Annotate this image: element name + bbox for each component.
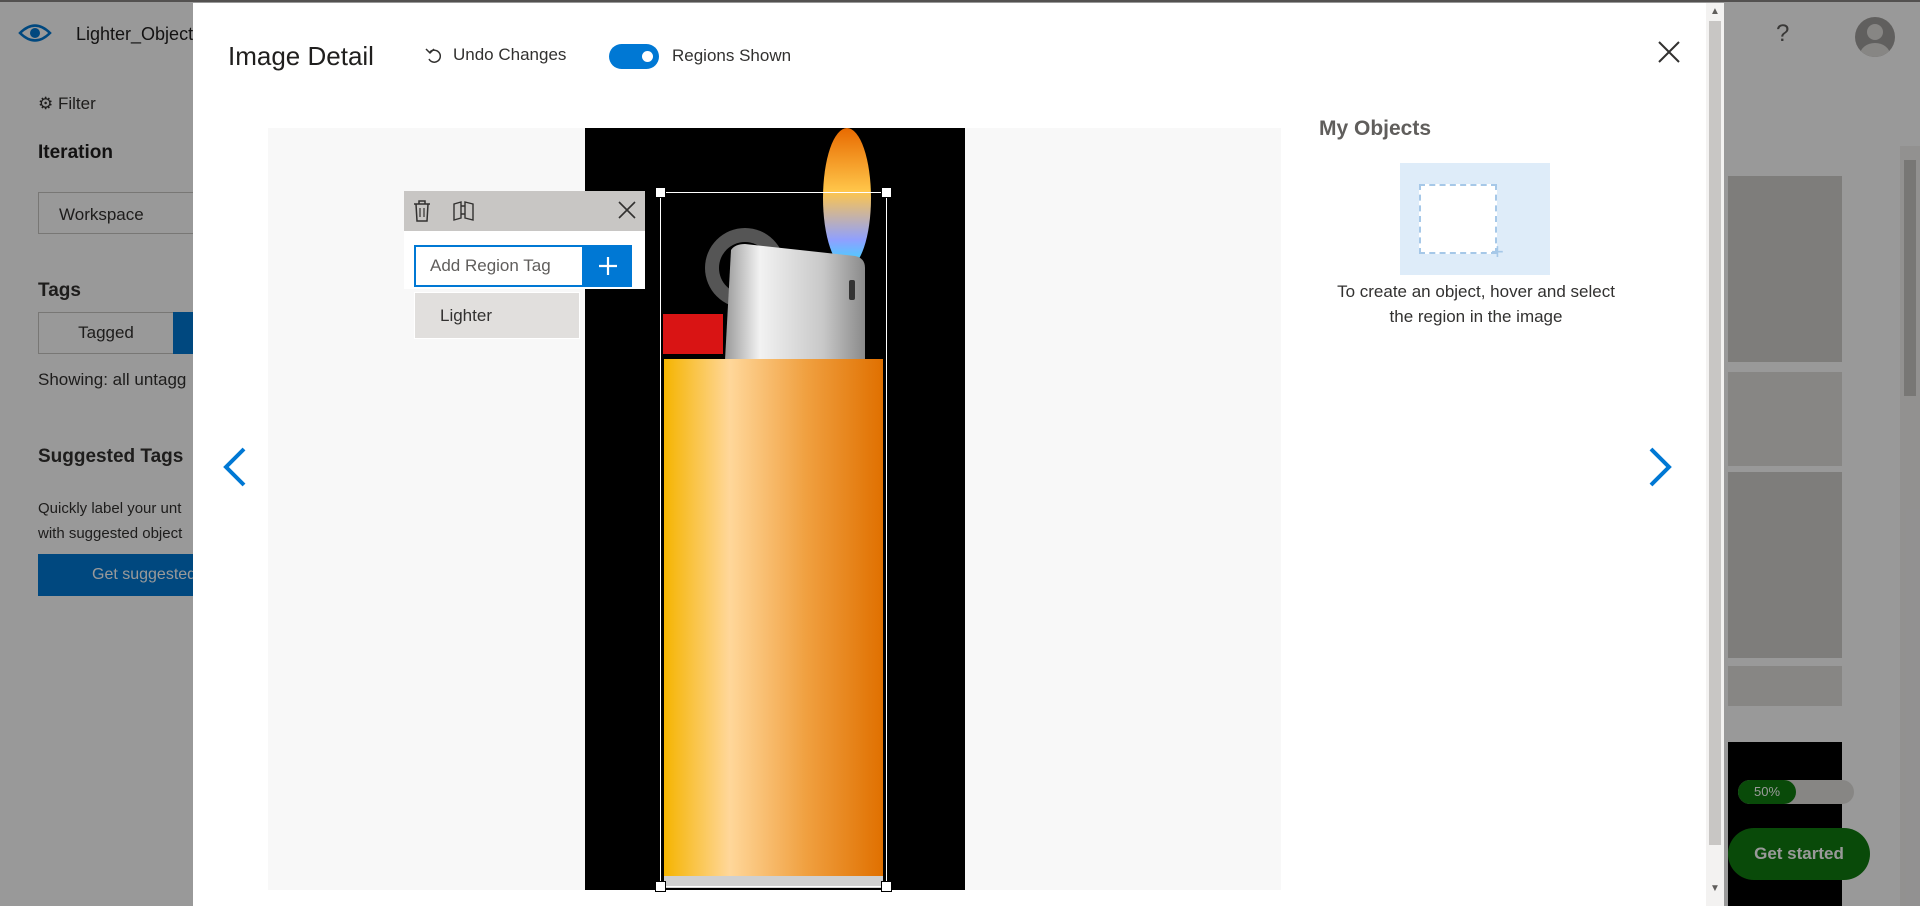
dialog-title: Image Detail: [228, 41, 374, 71]
undo-changes-button[interactable]: Undo Changes: [425, 45, 566, 65]
split-icon[interactable]: [451, 199, 477, 223]
close-region-icon[interactable]: [616, 199, 638, 221]
region-tag-input[interactable]: [414, 245, 584, 287]
regions-toggle[interactable]: [609, 44, 659, 69]
dialog-scrollbar[interactable]: ▲ ▼: [1706, 3, 1724, 906]
image-detail-dialog: Image Detail Undo Changes Regions Shown: [193, 3, 1708, 906]
region-toolbar: [404, 191, 645, 231]
chevron-left-icon[interactable]: [220, 445, 250, 489]
hint-line-1: To create an object, hover and select: [1337, 282, 1615, 301]
close-icon[interactable]: [1654, 37, 1684, 67]
region-handle-top-right[interactable]: [881, 187, 892, 198]
plus-icon: [599, 257, 617, 275]
plus-icon: +: [1491, 239, 1504, 264]
chevron-right-icon[interactable]: [1645, 445, 1675, 489]
scroll-up-icon[interactable]: ▲: [1710, 6, 1720, 17]
my-objects-title: My Objects: [1319, 117, 1432, 140]
add-tag-button[interactable]: [584, 245, 632, 287]
create-object-placeholder[interactable]: +: [1400, 163, 1550, 275]
scroll-down-icon[interactable]: ▼: [1710, 883, 1720, 894]
region-handle-bottom-right[interactable]: [881, 881, 892, 892]
undo-icon: [425, 48, 442, 63]
region-handle-bottom-left[interactable]: [655, 881, 666, 892]
region-handle-top-left[interactable]: [655, 187, 666, 198]
undo-label: Undo Changes: [453, 45, 567, 64]
region-bounding-box[interactable]: [655, 187, 892, 892]
tag-suggestion-item[interactable]: Lighter: [414, 292, 580, 339]
scrollbar-thumb[interactable]: [1709, 21, 1721, 845]
regions-toggle-label: Regions Shown: [672, 46, 792, 65]
hint-line-2: the region in the image: [1389, 307, 1563, 326]
trash-icon[interactable]: [411, 199, 433, 223]
dashed-region-icon: [1419, 184, 1497, 254]
my-objects-hint: To create an object, hover and select th…: [1316, 279, 1636, 329]
